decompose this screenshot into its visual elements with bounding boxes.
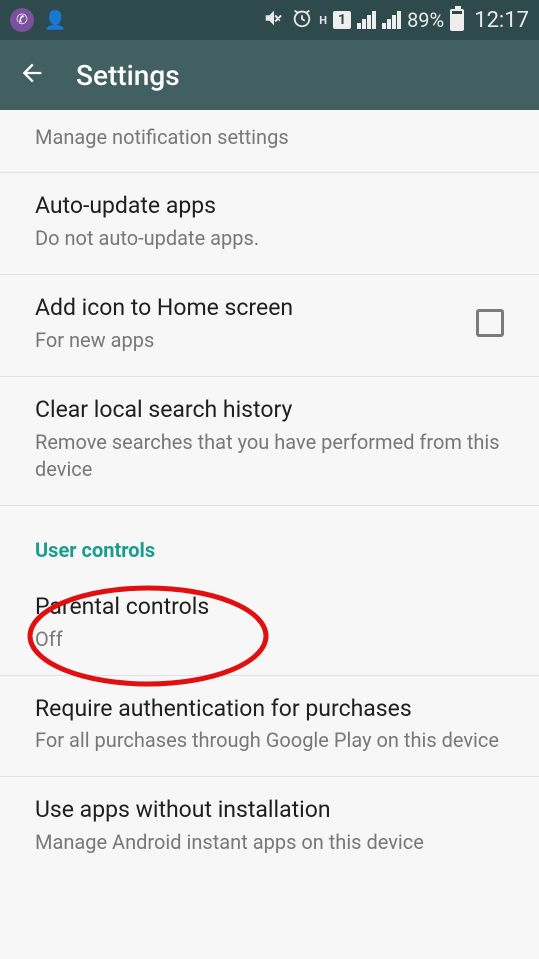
signal-icon-2 <box>382 11 401 29</box>
row-title: Add icon to Home screen <box>35 293 456 323</box>
row-title: Parental controls <box>35 592 504 622</box>
alarm-icon <box>291 7 313 34</box>
row-title: Clear local search history <box>35 395 504 425</box>
user-app-icon: 👤 <box>44 10 66 31</box>
battery-icon <box>450 9 464 31</box>
row-subtitle: Remove searches that you have performed … <box>35 429 504 483</box>
section-user-controls: User controls <box>0 506 539 574</box>
row-title: Use apps without installation <box>35 795 504 825</box>
app-bar: Settings <box>0 40 539 110</box>
row-title: Require authentication for purchases <box>35 694 504 724</box>
row-subtitle: For all purchases through Google Play on… <box>35 727 504 754</box>
page-title: Settings <box>76 59 180 92</box>
data-indicator: H <box>319 15 327 26</box>
row-subtitle: Do not auto-update apps. <box>35 225 504 252</box>
clock: 12:17 <box>474 8 529 33</box>
signal-icon-1 <box>357 11 376 29</box>
back-arrow-icon[interactable] <box>18 59 46 91</box>
row-subtitle: Off <box>35 626 504 653</box>
volume-mute-icon <box>263 7 285 34</box>
add-home-checkbox[interactable] <box>476 309 504 337</box>
viber-icon: ✆ <box>10 8 34 32</box>
status-bar: ✆ 👤 H 1 89% 12:17 <box>0 0 539 40</box>
row-instant-apps[interactable]: Use apps without installation Manage And… <box>0 777 539 878</box>
row-parental-controls[interactable]: Parental controls Off <box>0 574 539 676</box>
row-subtitle: Manage Android instant apps on this devi… <box>35 829 504 856</box>
row-auto-update[interactable]: Auto-update apps Do not auto-update apps… <box>0 173 539 275</box>
row-title: Manage notification settings <box>35 124 504 150</box>
row-title: Auto-update apps <box>35 191 504 221</box>
battery-text: 89% <box>407 8 444 32</box>
settings-list: Manage notification settings Auto-update… <box>0 110 539 878</box>
row-clear-history[interactable]: Clear local search history Remove search… <box>0 377 539 506</box>
sim-indicator: 1 <box>333 11 351 29</box>
row-require-auth[interactable]: Require authentication for purchases For… <box>0 676 539 778</box>
row-subtitle: For new apps <box>35 327 456 354</box>
row-notifications[interactable]: Manage notification settings <box>0 110 539 173</box>
row-add-home-icon[interactable]: Add icon to Home screen For new apps <box>0 275 539 377</box>
